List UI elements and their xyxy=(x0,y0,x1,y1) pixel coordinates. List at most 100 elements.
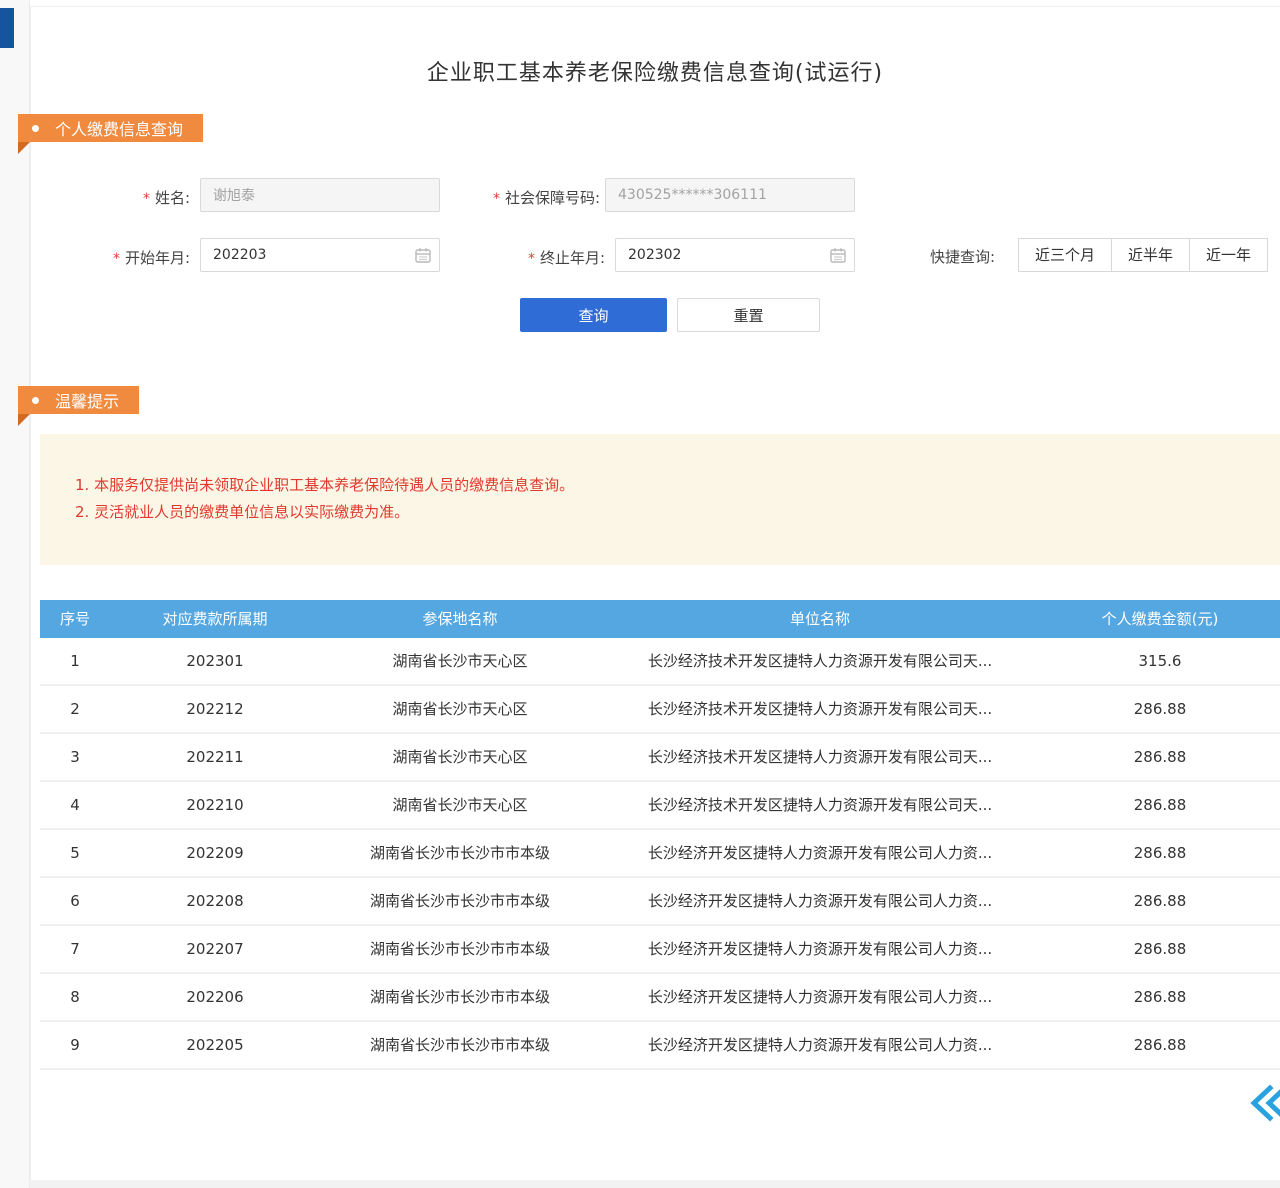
ssn-field-label: *社会保障号码: xyxy=(430,187,600,208)
results-table: 序号 对应费款所属期 参保地名称 单位名称 个人缴费金额(元) 1 202301… xyxy=(40,600,1280,1070)
cell-employer: 长沙经济开发区捷特人力资源开发有限公司人力资... xyxy=(600,926,1040,972)
ribbon-fold xyxy=(18,142,30,154)
cell-region: 湖南省长沙市长沙市市本级 xyxy=(320,878,600,924)
table-row: 8 202206 湖南省长沙市长沙市市本级 长沙经济开发区捷特人力资源开发有限公… xyxy=(40,974,1280,1022)
quick-3-months-button[interactable]: 近三个月 xyxy=(1018,238,1112,272)
quick-half-year-button[interactable]: 近半年 xyxy=(1111,238,1190,272)
cell-index: 3 xyxy=(40,734,110,780)
cell-employer: 长沙经济技术开发区捷特人力资源开发有限公司天... xyxy=(600,782,1040,828)
ssn-input[interactable] xyxy=(605,178,855,212)
end-month-label: *终止年月: xyxy=(455,247,605,268)
required-asterisk: * xyxy=(528,251,535,267)
cell-index: 6 xyxy=(40,878,110,924)
col-header-index: 序号 xyxy=(40,600,110,638)
cell-employer: 长沙经济开发区捷特人力资源开发有限公司人力资... xyxy=(600,1022,1040,1068)
cell-employer: 长沙经济技术开发区捷特人力资源开发有限公司天... xyxy=(600,638,1040,684)
cell-region: 湖南省长沙市长沙市市本级 xyxy=(320,974,600,1020)
start-month-label: *开始年月: xyxy=(40,247,190,268)
table-row: 7 202207 湖南省长沙市长沙市市本级 长沙经济开发区捷特人力资源开发有限公… xyxy=(40,926,1280,974)
cell-employer: 长沙经济开发区捷特人力资源开发有限公司人力资... xyxy=(600,878,1040,924)
section-header-personal-query: 个人缴费信息查询 xyxy=(18,114,203,142)
cell-period: 202211 xyxy=(110,734,320,780)
col-header-employer: 单位名称 xyxy=(600,600,1040,638)
cell-region: 湖南省长沙市天心区 xyxy=(320,638,600,684)
name-input[interactable] xyxy=(200,178,440,212)
cell-index: 2 xyxy=(40,686,110,732)
table-body: 1 202301 湖南省长沙市天心区 长沙经济技术开发区捷特人力资源开发有限公司… xyxy=(40,638,1280,1070)
tip-line-1: 1. 本服务仅提供尚未领取企业职工基本养老保险待遇人员的缴费信息查询。 xyxy=(75,473,1280,498)
required-asterisk: * xyxy=(113,251,120,267)
start-month-input-wrap xyxy=(200,238,440,272)
calendar-icon[interactable] xyxy=(414,246,432,264)
reset-button[interactable]: 重置 xyxy=(677,298,820,332)
cell-index: 5 xyxy=(40,830,110,876)
cell-amount: 286.88 xyxy=(1040,686,1280,732)
cell-amount: 286.88 xyxy=(1040,782,1280,828)
name-input-wrap xyxy=(200,178,440,212)
table-header-row: 序号 对应费款所属期 参保地名称 单位名称 个人缴费金额(元) xyxy=(40,600,1280,638)
cell-region: 湖南省长沙市天心区 xyxy=(320,686,600,732)
bullet-dot-icon xyxy=(32,125,39,132)
cell-index: 9 xyxy=(40,1022,110,1068)
cell-period: 202301 xyxy=(110,638,320,684)
bottom-divider xyxy=(30,1180,1280,1188)
cell-amount: 286.88 xyxy=(1040,878,1280,924)
name-field-label: *姓名: xyxy=(40,187,190,208)
cell-period: 202212 xyxy=(110,686,320,732)
start-month-input[interactable] xyxy=(200,238,440,272)
cell-period: 202208 xyxy=(110,878,320,924)
cell-amount: 286.88 xyxy=(1040,1022,1280,1068)
cell-region: 湖南省长沙市长沙市市本级 xyxy=(320,1022,600,1068)
end-month-input-wrap xyxy=(615,238,855,272)
cell-index: 1 xyxy=(40,638,110,684)
cell-amount: 286.88 xyxy=(1040,830,1280,876)
cell-amount: 286.88 xyxy=(1040,734,1280,780)
double-chevron-left-icon[interactable] xyxy=(1248,1083,1280,1123)
ribbon-fold xyxy=(18,414,30,426)
table-row: 9 202205 湖南省长沙市长沙市市本级 长沙经济开发区捷特人力资源开发有限公… xyxy=(40,1022,1280,1070)
cell-period: 202207 xyxy=(110,926,320,972)
table-row: 3 202211 湖南省长沙市天心区 长沙经济技术开发区捷特人力资源开发有限公司… xyxy=(40,734,1280,782)
cell-region: 湖南省长沙市长沙市市本级 xyxy=(320,830,600,876)
col-header-amount: 个人缴费金额(元) xyxy=(1040,600,1280,638)
left-gutter xyxy=(0,0,30,1188)
query-button[interactable]: 查询 xyxy=(520,298,667,332)
required-asterisk: * xyxy=(143,191,150,207)
table-row: 1 202301 湖南省长沙市天心区 长沙经济技术开发区捷特人力资源开发有限公司… xyxy=(40,638,1280,686)
col-header-period: 对应费款所属期 xyxy=(110,600,320,638)
cell-period: 202210 xyxy=(110,782,320,828)
cell-region: 湖南省长沙市天心区 xyxy=(320,734,600,780)
table-row: 4 202210 湖南省长沙市天心区 长沙经济技术开发区捷特人力资源开发有限公司… xyxy=(40,782,1280,830)
cell-period: 202206 xyxy=(110,974,320,1020)
bullet-dot-icon xyxy=(32,397,39,404)
table-row: 5 202209 湖南省长沙市长沙市市本级 长沙经济开发区捷特人力资源开发有限公… xyxy=(40,830,1280,878)
cell-index: 4 xyxy=(40,782,110,828)
corner-tab-marker xyxy=(0,8,14,48)
section-header-tips: 温馨提示 xyxy=(18,386,139,414)
quick-one-year-button[interactable]: 近一年 xyxy=(1189,238,1268,272)
cell-region: 湖南省长沙市天心区 xyxy=(320,782,600,828)
cell-period: 202209 xyxy=(110,830,320,876)
end-month-input[interactable] xyxy=(615,238,855,272)
ssn-input-wrap xyxy=(605,178,855,212)
table-row: 6 202208 湖南省长沙市长沙市市本级 长沙经济开发区捷特人力资源开发有限公… xyxy=(40,878,1280,926)
cell-amount: 286.88 xyxy=(1040,926,1280,972)
pension-query-page: 企业职工基本养老保险缴费信息查询(试运行) 个人缴费信息查询 *姓名: *社会保… xyxy=(0,0,1280,1188)
tip-line-2: 2. 灵活就业人员的缴费单位信息以实际缴费为准。 xyxy=(75,500,1280,525)
tips-box: 1. 本服务仅提供尚未领取企业职工基本养老保险待遇人员的缴费信息查询。 2. 灵… xyxy=(40,434,1280,565)
quick-query-label: 快捷查询: xyxy=(930,246,995,267)
cell-period: 202205 xyxy=(110,1022,320,1068)
table-row: 2 202212 湖南省长沙市天心区 长沙经济技术开发区捷特人力资源开发有限公司… xyxy=(40,686,1280,734)
section-label: 温馨提示 xyxy=(55,388,119,412)
cell-employer: 长沙经济开发区捷特人力资源开发有限公司人力资... xyxy=(600,974,1040,1020)
cell-index: 8 xyxy=(40,974,110,1020)
cell-employer: 长沙经济技术开发区捷特人力资源开发有限公司天... xyxy=(600,734,1040,780)
cell-amount: 315.6 xyxy=(1040,638,1280,684)
col-header-region: 参保地名称 xyxy=(320,600,600,638)
cell-amount: 286.88 xyxy=(1040,974,1280,1020)
calendar-icon[interactable] xyxy=(829,246,847,264)
page-title: 企业职工基本养老保险缴费信息查询(试运行) xyxy=(30,55,1280,87)
quick-query-group: 近三个月 近半年 近一年 xyxy=(1018,238,1268,272)
cell-employer: 长沙经济技术开发区捷特人力资源开发有限公司天... xyxy=(600,686,1040,732)
section-label: 个人缴费信息查询 xyxy=(55,116,183,140)
